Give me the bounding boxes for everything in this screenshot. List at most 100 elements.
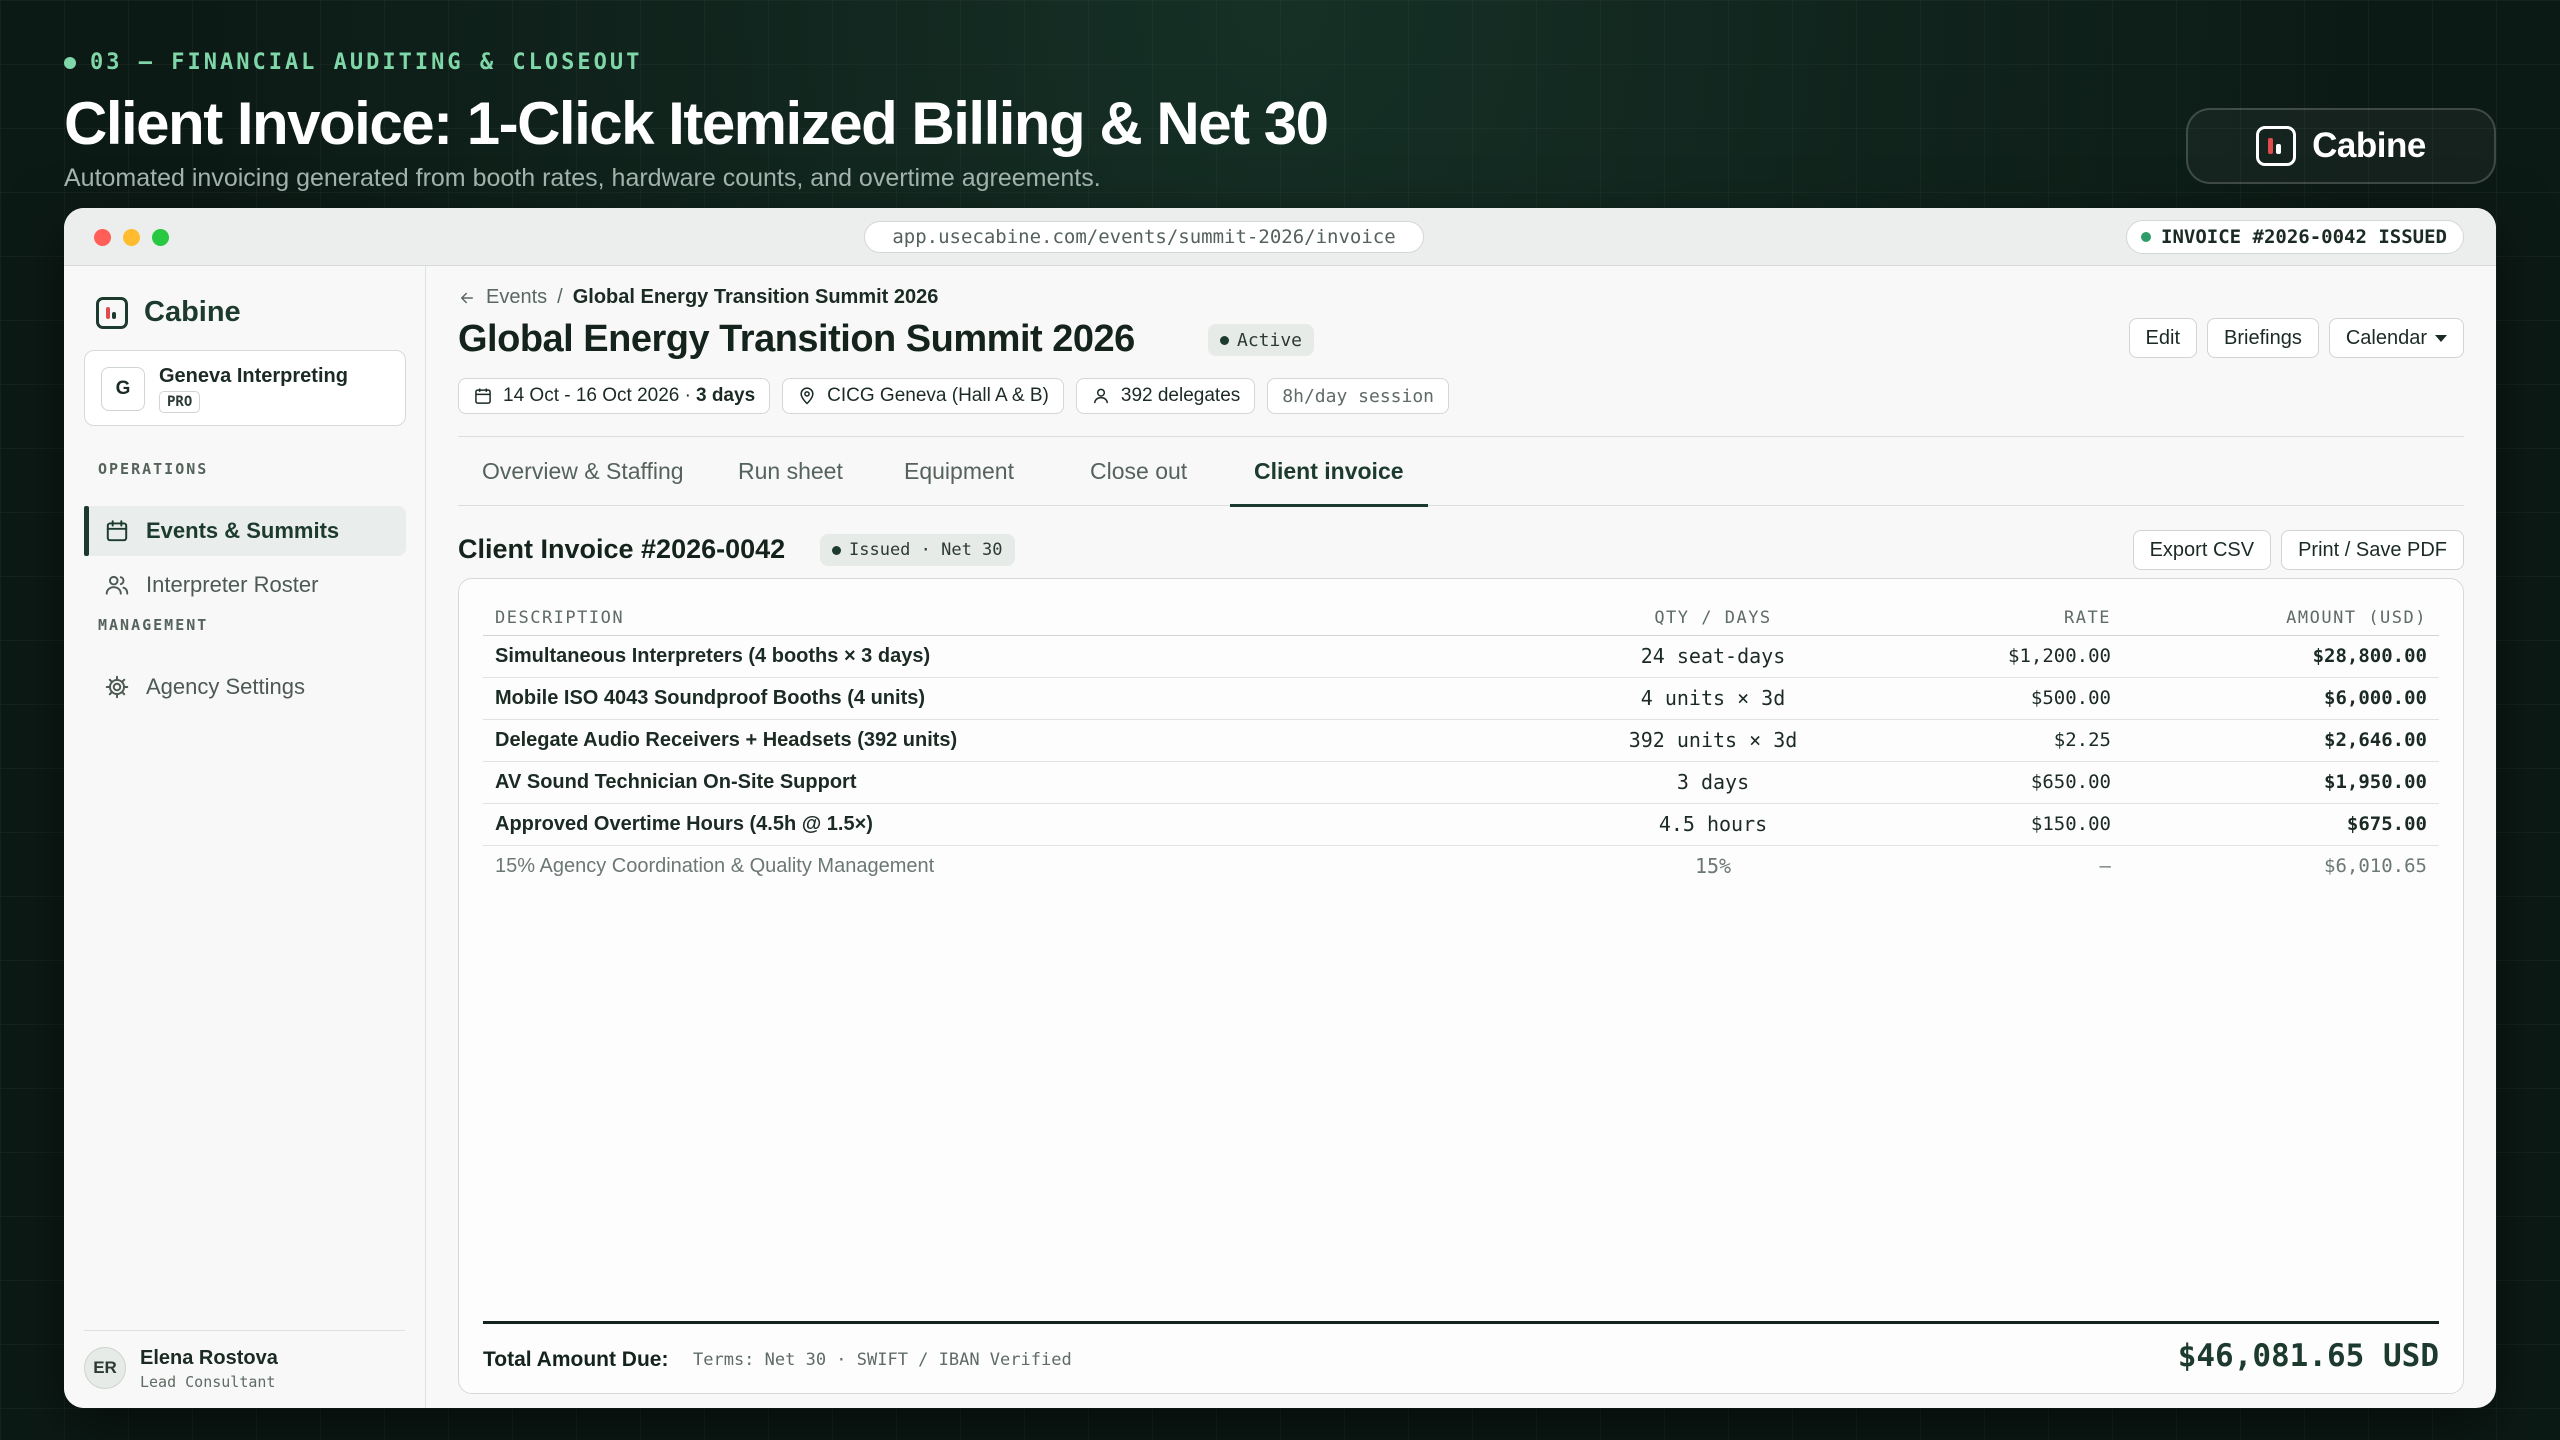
tab-run-sheet[interactable]: Run sheet bbox=[714, 436, 867, 506]
fee-amount: $6,010.65 bbox=[2324, 855, 2427, 878]
sidebar-item-interpreter-roster[interactable]: Interpreter Roster bbox=[84, 560, 406, 610]
tab-equipment[interactable]: Equipment bbox=[880, 436, 1038, 506]
tab-overview-staffing[interactable]: Overview & Staffing bbox=[458, 436, 708, 506]
line-amount: $675.00 bbox=[2123, 803, 2439, 846]
sidebar-item-events[interactable]: Events & Summits bbox=[84, 506, 406, 556]
fee-rate: — bbox=[2099, 855, 2111, 878]
line-rate: $150.00 bbox=[1863, 803, 2123, 846]
invoice-total: Total Amount Due: Terms: Net 30 · SWIFT … bbox=[483, 1321, 2439, 1393]
line-amount: $28,800.00 bbox=[2123, 635, 2439, 678]
sidebar-item-agency-settings[interactable]: Agency Settings bbox=[84, 662, 406, 712]
minimize-window-button[interactable] bbox=[123, 229, 140, 246]
map-pin-icon bbox=[800, 387, 814, 405]
hero-title: Client Invoice: 1-Click Itemized Billing… bbox=[64, 90, 1329, 157]
event-dates: 14 Oct - 16 Oct 2026 · 3 days bbox=[458, 378, 771, 414]
table-row: Approved Overtime Hours (4.5h @ 1.5×) 4.… bbox=[483, 803, 2439, 846]
print-pdf-button[interactable]: Print / Save PDF bbox=[2281, 530, 2464, 570]
event-tabs: Overview & Staffing Run sheet Equipment … bbox=[458, 436, 2464, 507]
event-meta: 14 Oct - 16 Oct 2026 · 3 days CICG Genev… bbox=[458, 378, 1449, 414]
cabine-logo-icon bbox=[96, 296, 128, 329]
hero-subtitle: Automated invoicing generated from booth… bbox=[64, 164, 1101, 192]
line-qty: 4 units × 3d bbox=[1563, 677, 1863, 720]
close-window-button[interactable] bbox=[94, 229, 111, 246]
org-switcher[interactable]: G Geneva Interpreting PRO bbox=[84, 350, 406, 426]
sidebar-item-label: Interpreter Roster bbox=[146, 572, 319, 597]
avatar: ER bbox=[84, 1347, 126, 1389]
edit-button[interactable]: Edit bbox=[2128, 318, 2198, 358]
user-icon bbox=[1093, 388, 1108, 404]
main-content: Events / Global Energy Transition Summit… bbox=[458, 266, 2464, 1408]
table-header-row: DESCRIPTION QTY / DAYS RATE AMOUNT (USD) bbox=[483, 601, 2439, 636]
event-duration: 3 days bbox=[695, 385, 756, 406]
breadcrumb-parent-link[interactable]: Events bbox=[486, 286, 547, 309]
chevron-down-icon bbox=[2435, 334, 2447, 342]
event-actions: Edit Briefings Calendar bbox=[2128, 318, 2464, 358]
plan-badge: PRO bbox=[159, 391, 201, 413]
line-qty: 3 days bbox=[1563, 761, 1863, 804]
briefings-button[interactable]: Briefings bbox=[2207, 318, 2319, 358]
line-description: Simultaneous Interpreters (4 booths × 3 … bbox=[483, 635, 1563, 678]
column-header-description: DESCRIPTION bbox=[483, 601, 1563, 636]
line-amount: $1,950.00 bbox=[2123, 761, 2439, 804]
sidebar-brand[interactable]: Cabine bbox=[96, 296, 241, 329]
org-avatar: G bbox=[101, 367, 145, 411]
invoice-actions: Export CSV Print / Save PDF bbox=[2132, 530, 2464, 570]
event-delegates: 392 delegates bbox=[1075, 378, 1256, 414]
total-amount: $46,081.65 USD bbox=[2177, 1338, 2439, 1374]
breadcrumb: Events / Global Energy Transition Summit… bbox=[458, 286, 938, 309]
invoice-status-label: Issued · Net 30 bbox=[849, 540, 1003, 560]
gear-icon bbox=[105, 675, 129, 699]
invoice-table: DESCRIPTION QTY / DAYS RATE AMOUNT (USD)… bbox=[483, 601, 2439, 887]
table-row: Simultaneous Interpreters (4 booths × 3 … bbox=[483, 635, 2439, 678]
eyebrow-dot bbox=[64, 56, 76, 69]
status-badge-label: Active bbox=[1237, 329, 1303, 351]
line-qty: 24 seat-days bbox=[1563, 635, 1863, 678]
window-controls bbox=[94, 229, 169, 246]
eyebrow-text: 03 — FINANCIAL AUDITING & CLOSEOUT bbox=[90, 50, 643, 75]
status-badge: Active bbox=[1208, 324, 1315, 356]
line-rate: $1,200.00 bbox=[1863, 635, 2123, 678]
browser-titlebar: app.usecabine.com/events/summit-2026/inv… bbox=[64, 208, 2496, 266]
url-bar[interactable]: app.usecabine.com/events/summit-2026/inv… bbox=[864, 221, 1424, 253]
event-delegates-label: 392 delegates bbox=[1120, 385, 1241, 406]
invoice-status-badge: Issued · Net 30 bbox=[820, 534, 1015, 566]
section-label-management: MANAGEMENT bbox=[98, 616, 209, 634]
event-date-range: 14 Oct - 16 Oct 2026 · bbox=[503, 385, 691, 406]
calendar-dropdown[interactable]: Calendar bbox=[2328, 318, 2464, 358]
table-row-fee: 15% Agency Coordination & Quality Manage… bbox=[483, 845, 2439, 887]
line-qty: 392 units × 3d bbox=[1563, 719, 1863, 762]
fee-qty: 15% bbox=[1694, 854, 1732, 879]
status-dot bbox=[1220, 335, 1229, 345]
sidebar-item-label: Events & Summits bbox=[146, 518, 340, 543]
export-csv-button[interactable]: Export CSV bbox=[2132, 530, 2272, 570]
tab-client-invoice[interactable]: Client invoice bbox=[1230, 436, 1428, 507]
line-description: Approved Overtime Hours (4.5h @ 1.5×) bbox=[483, 803, 1563, 846]
page-title: Global Energy Transition Summit 2026 bbox=[458, 318, 1135, 360]
hero-eyebrow: 03 — FINANCIAL AUDITING & CLOSEOUT bbox=[64, 50, 1327, 75]
table-row: Delegate Audio Receivers + Headsets (392… bbox=[483, 719, 2439, 762]
column-header-qty: QTY / DAYS bbox=[1563, 601, 1863, 636]
breadcrumb-current: Global Energy Transition Summit 2026 bbox=[572, 286, 939, 308]
cabine-logo-icon bbox=[2256, 126, 2297, 166]
brand-name: Cabine bbox=[2312, 126, 2426, 165]
invoice-status-chip-label: INVOICE #2026-0042 ISSUED bbox=[2161, 226, 2447, 248]
event-venue: CICG Geneva (Hall A & B) bbox=[782, 378, 1064, 414]
maximize-window-button[interactable] bbox=[152, 229, 169, 246]
payment-terms: Terms: Net 30 · SWIFT / IBAN Verified bbox=[693, 1350, 1072, 1370]
calendar-icon bbox=[475, 388, 491, 404]
arrow-left-icon[interactable] bbox=[458, 289, 476, 307]
user-role: Lead Consultant bbox=[140, 1373, 276, 1391]
calendar-dropdown-label: Calendar bbox=[2345, 326, 2427, 349]
line-qty: 4.5 hours bbox=[1563, 803, 1863, 846]
user-profile[interactable]: ER Elena Rostova Lead Consultant bbox=[84, 1330, 405, 1408]
section-label-operations: OPERATIONS bbox=[98, 460, 209, 478]
event-venue-label: CICG Geneva (Hall A & B) bbox=[827, 385, 1049, 406]
sidebar-item-label: Agency Settings bbox=[146, 674, 305, 699]
brand-pill: Cabine bbox=[2186, 108, 2496, 184]
app-window: app.usecabine.com/events/summit-2026/inv… bbox=[64, 208, 2496, 1408]
tab-close-out[interactable]: Close out bbox=[1066, 436, 1211, 506]
status-dot bbox=[2141, 232, 2152, 242]
line-description: Delegate Audio Receivers + Headsets (392… bbox=[483, 719, 1563, 762]
line-rate: $2.25 bbox=[1863, 719, 2123, 762]
calendar-icon bbox=[106, 520, 128, 542]
